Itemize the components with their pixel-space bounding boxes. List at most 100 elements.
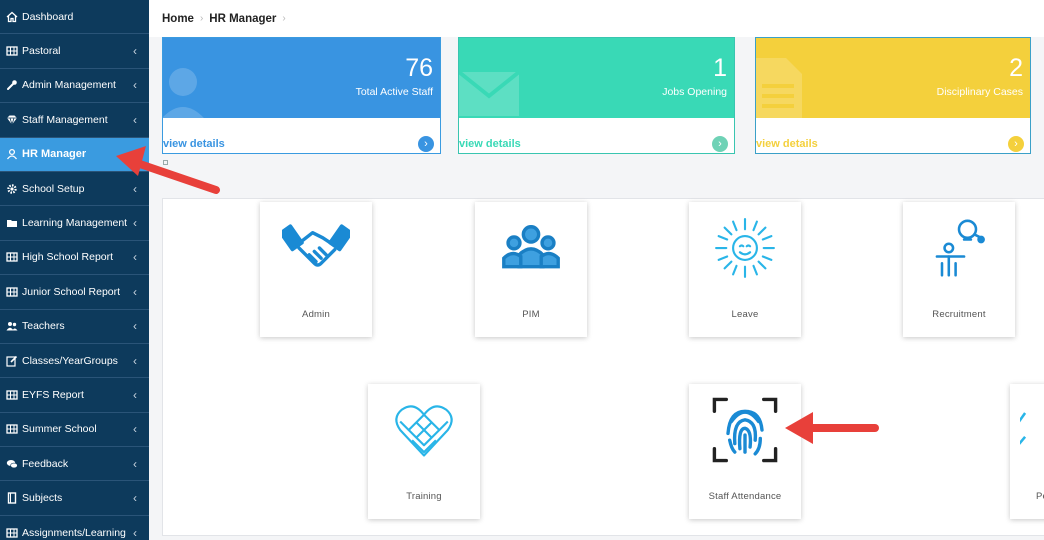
sidebar: Dashboard Pastoral ‹ Admin Management ‹ Staff… (0, 0, 149, 540)
handshake-icon (282, 224, 350, 267)
sun-icon (715, 218, 775, 278)
sidebar-item-label: School Setup (22, 182, 85, 195)
sidebar-item-staff-management[interactable]: Staff Management ‹ (0, 103, 149, 138)
grid-icon (5, 45, 18, 58)
sidebar-item-label: EYFS Report (22, 388, 84, 401)
sidebar-item-dashboard[interactable]: Dashboard (0, 0, 149, 35)
breadcrumb-home[interactable]: Home (162, 13, 194, 25)
stat-band: 2 Disciplinary Cases (756, 38, 1030, 118)
tile-art (1020, 392, 1044, 468)
stat-label: Jobs Opening (662, 86, 727, 98)
tile-label: Admin (302, 309, 330, 320)
sidebar-item-learning-management[interactable]: Learning Management ‹ (0, 206, 149, 241)
home-icon (5, 10, 18, 23)
sidebar-item-label: Pastoral (22, 45, 61, 58)
stat-value: 76 (405, 54, 433, 82)
sidebar-item-assignments-learning[interactable]: Assignments/Learning ‹ (0, 516, 149, 540)
view-details-link[interactable]: view details (163, 138, 225, 150)
stat-card-disciplinary-cases: 2 Disciplinary Cases view details › (755, 37, 1031, 154)
tile-art (282, 210, 350, 286)
breadcrumb-current: HR Manager (209, 12, 277, 25)
group-icon (502, 225, 560, 269)
grid-icon (5, 251, 18, 264)
sidebar-item-label: Subjects (22, 492, 63, 505)
view-details-link[interactable]: view details (459, 138, 521, 150)
recruitment-icon (935, 219, 985, 277)
fingerprint-icon (712, 397, 778, 463)
sidebar-item-junior-school-report[interactable]: Junior School Report ‹ (0, 275, 149, 310)
module-tile-pim[interactable]: PIM (475, 202, 587, 337)
module-tile-performance[interactable]: Pe (1010, 384, 1044, 519)
sidebar-item-label: Junior School Report (22, 285, 121, 298)
sidebar-item-label: Dashboard (22, 10, 74, 23)
chevron-left-icon: ‹ (133, 525, 137, 540)
sidebar-item-eyfs-report[interactable]: EYFS Report ‹ (0, 378, 149, 413)
stat-value: 2 (1009, 54, 1023, 82)
sidebar-item-classes-yeargroups[interactable]: Classes/YearGroups ‹ (0, 344, 149, 379)
sidebar-item-school-setup[interactable]: School Setup ‹ (0, 172, 149, 207)
arrow-circle-icon[interactable]: › (712, 136, 728, 152)
user-icon (163, 68, 204, 118)
sidebar-item-label: Learning Management (22, 217, 128, 230)
tile-label: Recruitment (932, 309, 986, 320)
tile-art (711, 392, 779, 468)
tile-art (390, 392, 458, 468)
sidebar-item-summer-school[interactable]: Summer School ‹ (0, 413, 149, 448)
chevron-left-icon: ‹ (133, 250, 137, 265)
envelope-icon (459, 70, 521, 116)
sidebar-item-label: Staff Management (22, 113, 108, 126)
heart-icon (395, 405, 453, 457)
sidebar-item-admin-management[interactable]: Admin Management ‹ (0, 69, 149, 104)
module-tile-recruitment[interactable]: Recruitment (903, 202, 1015, 337)
breadcrumb-separator: › (282, 13, 286, 24)
comments-icon (5, 457, 18, 470)
stat-value: 1 (713, 54, 727, 82)
view-details-link[interactable]: view details (756, 138, 818, 150)
sidebar-item-high-school-report[interactable]: High School Report ‹ (0, 241, 149, 276)
chevron-left-icon: ‹ (133, 422, 137, 437)
users-icon (5, 320, 18, 333)
stat-card-jobs-opening: 1 Jobs Opening view details › (458, 37, 735, 154)
sidebar-item-subjects[interactable]: Subjects ‹ (0, 481, 149, 516)
book-icon (5, 492, 18, 505)
sidebar-item-feedback[interactable]: Feedback ‹ (0, 447, 149, 482)
grid-icon (5, 388, 18, 401)
chevron-left-icon: ‹ (133, 456, 137, 471)
module-tile-admin[interactable]: Admin (260, 202, 372, 337)
edit-icon (5, 354, 18, 367)
chevron-left-icon: ‹ (133, 78, 137, 93)
sidebar-item-hr-manager[interactable]: HR Manager (0, 137, 149, 172)
tile-label: Pe (1036, 491, 1044, 502)
module-tile-leave[interactable]: Leave (689, 202, 801, 337)
stat-label: Total Active Staff (355, 86, 433, 98)
stat-card-total-active-staff: 76 Total Active Staff view details › (162, 37, 441, 154)
stat-band: 1 Jobs Opening (459, 38, 734, 118)
chevron-left-icon: ‹ (133, 112, 137, 127)
chevron-left-icon: ‹ (133, 284, 137, 299)
breadcrumb: Home › HR Manager › (149, 0, 1044, 37)
stat-label: Disciplinary Cases (936, 86, 1023, 98)
arrow-circle-icon[interactable]: › (418, 136, 434, 152)
module-tile-staff-attendance[interactable]: Staff Attendance (689, 384, 801, 519)
sidebar-item-label: Classes/YearGroups (22, 354, 118, 367)
sidebar-item-teachers[interactable]: Teachers ‹ (0, 310, 149, 344)
sidebar-item-label: High School Report (22, 251, 114, 264)
chevron-left-icon: ‹ (133, 353, 137, 368)
chevron-left-icon: ‹ (133, 216, 137, 231)
document-icon (756, 58, 802, 118)
sidebar-item-label: Summer School (22, 423, 97, 436)
stat-band: 76 Total Active Staff (163, 38, 440, 118)
tile-label: Leave (731, 309, 759, 320)
tile-label: Staff Attendance (708, 491, 782, 502)
partial-icon (1020, 412, 1027, 445)
arrow-circle-icon[interactable]: › (1008, 136, 1024, 152)
sidebar-item-label: Teachers (22, 320, 65, 333)
user-circle-icon (5, 148, 18, 161)
sidebar-item-pastoral[interactable]: Pastoral ‹ (0, 34, 149, 69)
gear-icon (5, 182, 18, 195)
module-tile-training[interactable]: Training (368, 384, 480, 519)
grid-icon (5, 526, 18, 539)
tile-label: PIM (522, 309, 540, 320)
sidebar-item-label: Assignments/Learning (22, 526, 126, 539)
modules-panel: Admin PIM Leave Recruitment Training Sta… (162, 198, 1044, 536)
